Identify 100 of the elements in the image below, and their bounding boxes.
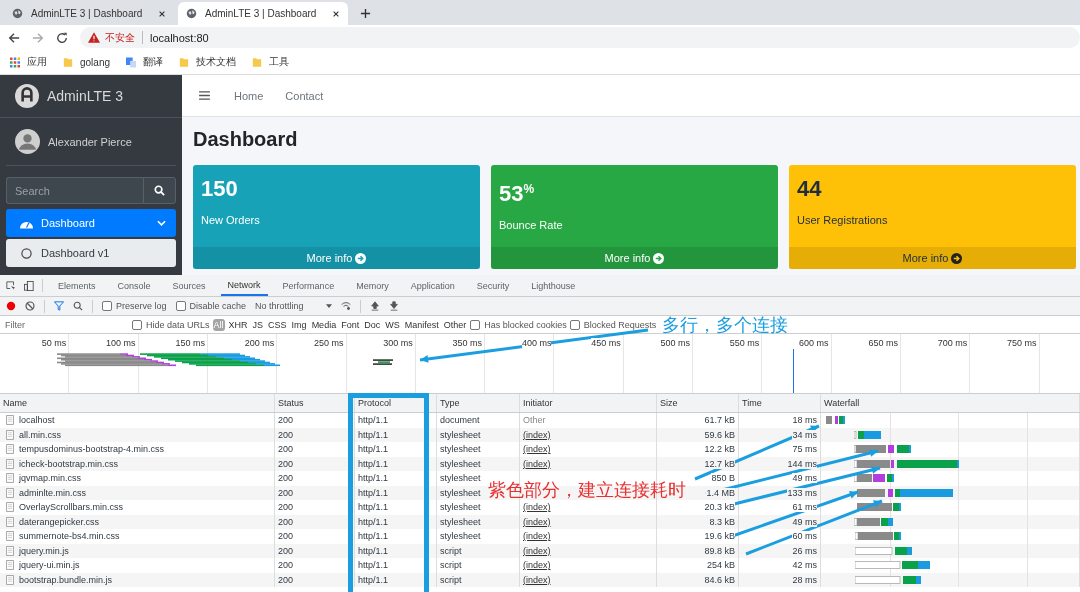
request-name[interactable]: icheck-bootstrap.min.css bbox=[19, 458, 119, 469]
initiator-link[interactable]: (index) bbox=[523, 516, 551, 527]
table-cell: stylesheet bbox=[440, 473, 481, 484]
initiator-link[interactable]: (index) bbox=[523, 502, 551, 513]
column-header[interactable]: Protocol bbox=[358, 398, 392, 408]
devtools-tab[interactable]: Application bbox=[403, 275, 462, 296]
devtools-tab[interactable]: Security bbox=[469, 275, 517, 296]
search-icon[interactable] bbox=[73, 301, 83, 311]
close-icon[interactable] bbox=[332, 9, 340, 18]
devtools-tab[interactable]: Lighthouse bbox=[524, 275, 583, 296]
brand-name[interactable]: AdminLTE 3 bbox=[47, 88, 123, 104]
navbar-link[interactable]: Home bbox=[234, 89, 264, 102]
table-cell: http/1.1 bbox=[358, 516, 389, 527]
search-button[interactable] bbox=[143, 177, 176, 204]
column-header[interactable]: Size bbox=[660, 398, 678, 408]
bookmark-item[interactable]: 技术文档 bbox=[179, 55, 237, 69]
request-name[interactable]: summernote-bs4.min.css bbox=[19, 531, 120, 542]
devtools-tab[interactable]: Elements bbox=[51, 275, 103, 296]
clear-icon[interactable] bbox=[25, 301, 35, 311]
type-filter-button[interactable]: Manifest bbox=[403, 318, 440, 331]
initiator-link[interactable]: (index) bbox=[523, 574, 551, 585]
wifi-gear-icon[interactable] bbox=[340, 301, 351, 311]
bookmark-item[interactable]: golang bbox=[63, 56, 111, 68]
type-filter-button[interactable]: WS bbox=[384, 318, 401, 331]
table-cell: 12.7 kB bbox=[704, 458, 735, 469]
chevron-down-icon bbox=[157, 220, 166, 226]
filter-icon[interactable] bbox=[54, 301, 64, 311]
initiator-link[interactable]: (index) bbox=[523, 458, 551, 469]
initiator-link[interactable]: (index) bbox=[523, 429, 551, 440]
address-field[interactable]: 不安全 localhost:80 bbox=[80, 27, 1080, 48]
upload-icon[interactable] bbox=[369, 301, 380, 311]
type-filter-button[interactable]: XHR bbox=[227, 318, 249, 331]
table-cell: 59.6 kB bbox=[704, 429, 735, 440]
timeline-tick-label: 100 ms bbox=[106, 338, 136, 348]
initiator-link[interactable]: (index) bbox=[523, 545, 551, 556]
browser-tab[interactable]: AdminLTE 3 | Dashboard bbox=[178, 2, 348, 25]
menu-icon[interactable] bbox=[199, 91, 210, 100]
column-header[interactable]: Waterfall bbox=[824, 398, 860, 408]
waterfall-bar-drawing bbox=[854, 474, 894, 483]
type-filter-button[interactable]: Doc bbox=[363, 318, 382, 331]
initiator-link[interactable]: (index) bbox=[523, 444, 551, 455]
table-cell: http/1.1 bbox=[358, 574, 389, 585]
checkbox-option[interactable]: Blocked Requests bbox=[569, 319, 657, 330]
nav-item[interactable]: Dashboard bbox=[6, 209, 176, 237]
checkbox-option[interactable]: Disable cache bbox=[175, 301, 247, 311]
request-name[interactable]: adminlte.min.css bbox=[19, 487, 87, 498]
initiator-link[interactable]: (index) bbox=[523, 531, 551, 542]
column-header[interactable]: Name bbox=[3, 398, 27, 408]
devtools-tab[interactable]: Sources bbox=[165, 275, 213, 296]
inspect-icon[interactable] bbox=[6, 280, 16, 291]
request-name[interactable]: bootstrap.bundle.min.js bbox=[19, 574, 113, 585]
type-filter-button[interactable]: Font bbox=[340, 318, 361, 331]
request-name[interactable]: jquery.min.js bbox=[19, 545, 69, 556]
type-filter-button[interactable]: Media bbox=[310, 318, 338, 331]
request-name[interactable]: all.min.css bbox=[19, 429, 61, 440]
devtools-tab[interactable]: Performance bbox=[275, 275, 342, 296]
column-header[interactable]: Initiator bbox=[523, 398, 553, 408]
nav-item[interactable]: Dashboard v1 bbox=[6, 239, 176, 267]
more-info-link[interactable]: More info bbox=[491, 247, 778, 269]
devtools-tab[interactable]: Console bbox=[110, 275, 158, 296]
bookmark-item[interactable]: 应用 bbox=[10, 55, 47, 69]
timeline-tick-label: 600 ms bbox=[799, 338, 829, 348]
column-header[interactable]: Time bbox=[742, 398, 762, 408]
bookmark-item[interactable]: 翻译 bbox=[126, 55, 164, 69]
request-name[interactable]: localhost bbox=[19, 415, 55, 426]
initiator-link[interactable]: (index) bbox=[523, 560, 551, 571]
type-filter-button[interactable]: CSS bbox=[267, 318, 288, 331]
column-header[interactable]: Type bbox=[440, 398, 460, 408]
checkbox-option[interactable]: Preserve log bbox=[102, 301, 167, 311]
devtools-tab[interactable]: Memory bbox=[349, 275, 396, 296]
bookmark-item[interactable]: 工具 bbox=[252, 55, 290, 69]
download-icon[interactable] bbox=[388, 301, 399, 311]
device-icon[interactable] bbox=[24, 280, 34, 291]
checkbox-option[interactable]: Hide data URLs bbox=[132, 319, 210, 330]
request-name[interactable]: tempusdominus-bootstrap-4.min.css bbox=[19, 444, 165, 455]
throttling-dropdown[interactable]: No throttling bbox=[255, 301, 332, 311]
timeline-tick-label: 400 ms bbox=[521, 338, 552, 348]
stat-label: Bounce Rate bbox=[499, 219, 564, 232]
close-icon[interactable] bbox=[158, 9, 166, 18]
new-tab-icon[interactable] bbox=[360, 8, 371, 19]
more-info-link[interactable]: More info bbox=[193, 247, 480, 269]
type-filter-button[interactable]: Img bbox=[290, 318, 308, 331]
type-filter-button[interactable]: JS bbox=[251, 318, 265, 331]
request-name[interactable]: OverlayScrollbars.min.css bbox=[19, 502, 124, 513]
navbar-link[interactable]: Contact bbox=[285, 89, 324, 102]
table-cell: Other bbox=[523, 415, 546, 426]
request-name[interactable]: jquery-ui.min.js bbox=[19, 560, 80, 571]
browser-tab[interactable]: AdminLTE 3 | Dashboard bbox=[4, 2, 174, 25]
search-field[interactable]: Search bbox=[6, 177, 143, 204]
user-name[interactable]: Alexander Pierce bbox=[48, 135, 132, 148]
type-filter-button[interactable]: Other bbox=[442, 318, 468, 331]
record-icon[interactable] bbox=[6, 301, 16, 311]
column-header[interactable]: Status bbox=[278, 398, 304, 408]
reload-icon[interactable] bbox=[56, 31, 68, 44]
back-icon[interactable] bbox=[8, 31, 20, 44]
checkbox-option[interactable]: Has blocked cookies bbox=[470, 319, 567, 330]
request-name[interactable]: daterangepicker.css bbox=[19, 516, 100, 527]
table-cell: 200 bbox=[278, 516, 294, 527]
request-name[interactable]: jqvmap.min.css bbox=[19, 473, 81, 484]
more-info-link[interactable]: More info bbox=[789, 247, 1076, 269]
